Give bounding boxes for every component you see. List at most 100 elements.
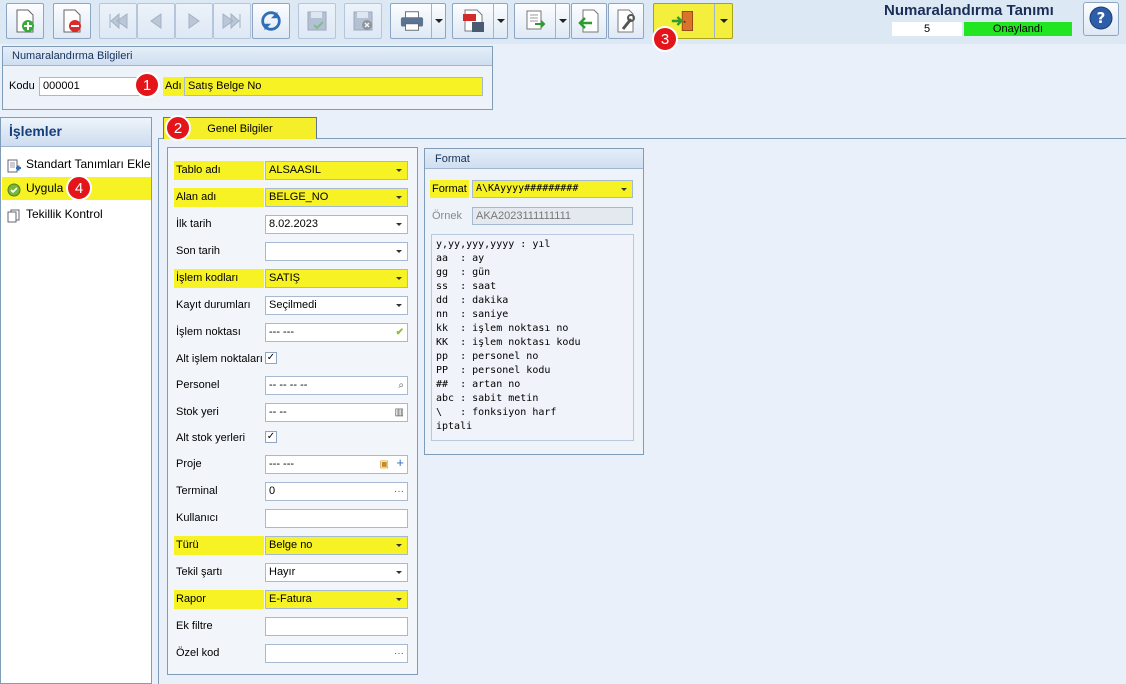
warehouse-icon[interactable]: ▥ bbox=[395, 407, 404, 419]
example-label: Örnek bbox=[432, 210, 462, 222]
project-input[interactable]: --- --- ▣ + bbox=[265, 455, 408, 474]
terminal-label: Terminal bbox=[176, 485, 218, 497]
format-combo[interactable]: A\KAyyyy######### bbox=[472, 180, 633, 198]
field-name-label: Alan adı bbox=[174, 188, 264, 207]
tools-button[interactable] bbox=[608, 3, 644, 39]
end-date-label: Son tarih bbox=[176, 245, 221, 257]
person-search-icon[interactable]: ⌕ bbox=[398, 380, 404, 392]
type-combo[interactable]: Belge no bbox=[265, 536, 408, 555]
stock-place-value: -- -- bbox=[269, 406, 287, 418]
status-badge: Onaylandı bbox=[964, 22, 1072, 36]
pdf-dropdown-arrow-icon[interactable] bbox=[493, 4, 507, 38]
refresh-button[interactable] bbox=[252, 3, 290, 39]
info-group: Numaralandırma Bilgileri Kodu 000001 Adı… bbox=[2, 46, 493, 110]
field-name-combo[interactable]: BELGE_NO bbox=[265, 188, 408, 207]
print-button[interactable] bbox=[390, 3, 446, 39]
project-value: --- --- bbox=[269, 458, 295, 470]
unique-cond-label: Tekil şartı bbox=[176, 566, 223, 578]
sidebar-item-tekillik[interactable]: Tekillik Kontrol bbox=[2, 203, 151, 226]
legend-line: PP : personel kodu bbox=[436, 365, 551, 376]
next-icon bbox=[182, 9, 206, 33]
table-name-combo[interactable]: ALSAASIL bbox=[265, 161, 408, 180]
pdf-save-button[interactable] bbox=[452, 3, 508, 39]
user-label: Kullanıcı bbox=[176, 512, 219, 524]
app-title: Numaralandırma Tanımı bbox=[884, 2, 1054, 19]
name-input[interactable]: Satış Belge No bbox=[184, 77, 483, 96]
first-record-button[interactable] bbox=[99, 3, 137, 39]
record-status-combo[interactable]: Seçilmedi bbox=[265, 296, 408, 315]
sidebar-item-standart[interactable]: Standart Tanımları Ekle bbox=[2, 153, 151, 176]
svg-text:?: ? bbox=[1097, 9, 1106, 27]
stock-place-input[interactable]: -- -- ▥ bbox=[265, 403, 408, 422]
first-icon bbox=[106, 9, 130, 33]
tools-icon bbox=[614, 9, 638, 33]
personnel-input[interactable]: -- -- -- -- ⌕ bbox=[265, 376, 408, 395]
legend-line: ss : saat bbox=[436, 281, 497, 292]
ellipsis-icon[interactable]: ··· bbox=[394, 648, 404, 660]
ellipsis-icon[interactable]: ··· bbox=[394, 486, 404, 498]
legend-line: KK : işlem noktası kodu bbox=[436, 337, 581, 348]
extra-filter-input[interactable] bbox=[265, 617, 408, 636]
export-button[interactable] bbox=[514, 3, 570, 39]
sub-stock-places-label: Alt stok yerleri bbox=[176, 432, 246, 444]
back-icon bbox=[577, 9, 601, 33]
prev-record-button[interactable] bbox=[137, 3, 175, 39]
save-button[interactable] bbox=[298, 3, 336, 39]
export-dropdown-arrow-icon[interactable] bbox=[555, 4, 569, 38]
sidebar-item-label: Tekillik Kontrol bbox=[26, 207, 103, 221]
end-date-input[interactable] bbox=[265, 242, 408, 261]
unique-cond-combo[interactable]: Hayır bbox=[265, 563, 408, 582]
lock-icon[interactable]: ▣ bbox=[380, 459, 389, 471]
print-dropdown-arrow-icon[interactable] bbox=[431, 4, 445, 38]
save-close-button[interactable] bbox=[344, 3, 382, 39]
start-date-label: İlk tarih bbox=[176, 218, 212, 230]
format-label: Format bbox=[430, 180, 469, 198]
personnel-label: Personel bbox=[176, 379, 220, 391]
report-combo[interactable]: E-Fatura bbox=[265, 590, 408, 609]
record-status-label: Kayıt durumları bbox=[176, 299, 251, 311]
help-button[interactable]: ? bbox=[1083, 2, 1119, 36]
info-group-title: Numaralandırma Bilgileri bbox=[3, 47, 492, 66]
user-input[interactable] bbox=[265, 509, 408, 528]
add-doc-icon bbox=[7, 158, 21, 173]
name-label: Adı bbox=[163, 77, 184, 96]
refresh-icon bbox=[259, 9, 283, 33]
plus-icon[interactable]: + bbox=[396, 456, 404, 469]
format-panel-title: Format bbox=[425, 149, 643, 169]
new-button[interactable] bbox=[6, 3, 44, 39]
format-legend: y,yy,yyy,yyyy : yıl aa : ay gg : gün ss … bbox=[431, 234, 634, 441]
sidebar-item-label: Uygula bbox=[26, 181, 64, 195]
annotation-badge-1: 1 bbox=[134, 72, 160, 98]
sidebar-item-label: Standart Tanımları Ekle bbox=[26, 157, 151, 171]
legend-line: aa : ay bbox=[436, 253, 485, 264]
last-icon bbox=[220, 9, 244, 33]
exit-dropdown-arrow-icon[interactable] bbox=[714, 4, 732, 38]
code-label: Kodu bbox=[9, 80, 35, 92]
legend-line: \ : fonksiyon harf bbox=[436, 407, 557, 418]
table-name-label: Tablo adı bbox=[174, 161, 264, 180]
sub-stock-places-checkbox[interactable]: ✓ bbox=[265, 431, 277, 443]
export-icon bbox=[524, 9, 548, 33]
report-label: Rapor bbox=[174, 590, 264, 609]
double-check-icon[interactable]: ✔ bbox=[396, 327, 404, 339]
back-button[interactable] bbox=[571, 3, 607, 39]
example-value: AKA2023111111111 bbox=[472, 207, 633, 225]
op-point-input[interactable]: --- --- ✔ bbox=[265, 323, 408, 342]
annotation-badge-3: 3 bbox=[652, 26, 678, 52]
last-record-button[interactable] bbox=[213, 3, 251, 39]
delete-button[interactable] bbox=[53, 3, 91, 39]
sub-op-points-checkbox[interactable]: ✓ bbox=[265, 352, 277, 364]
legend-line: gg : gün bbox=[436, 267, 491, 278]
special-code-input[interactable]: ··· bbox=[265, 644, 408, 663]
terminal-value: 0 bbox=[269, 485, 276, 497]
save-icon bbox=[305, 9, 329, 33]
legend-line: pp : personel no bbox=[436, 351, 539, 362]
next-record-button[interactable] bbox=[175, 3, 213, 39]
start-date-input[interactable]: 8.02.2023 bbox=[265, 215, 408, 234]
terminal-input[interactable]: 0 ··· bbox=[265, 482, 408, 501]
op-point-label: İşlem noktası bbox=[176, 326, 241, 338]
op-codes-combo[interactable]: SATIŞ bbox=[265, 269, 408, 288]
special-code-label: Özel kod bbox=[176, 647, 220, 659]
sidebar-title: İşlemler bbox=[1, 118, 151, 147]
help-icon: ? bbox=[1088, 5, 1114, 34]
